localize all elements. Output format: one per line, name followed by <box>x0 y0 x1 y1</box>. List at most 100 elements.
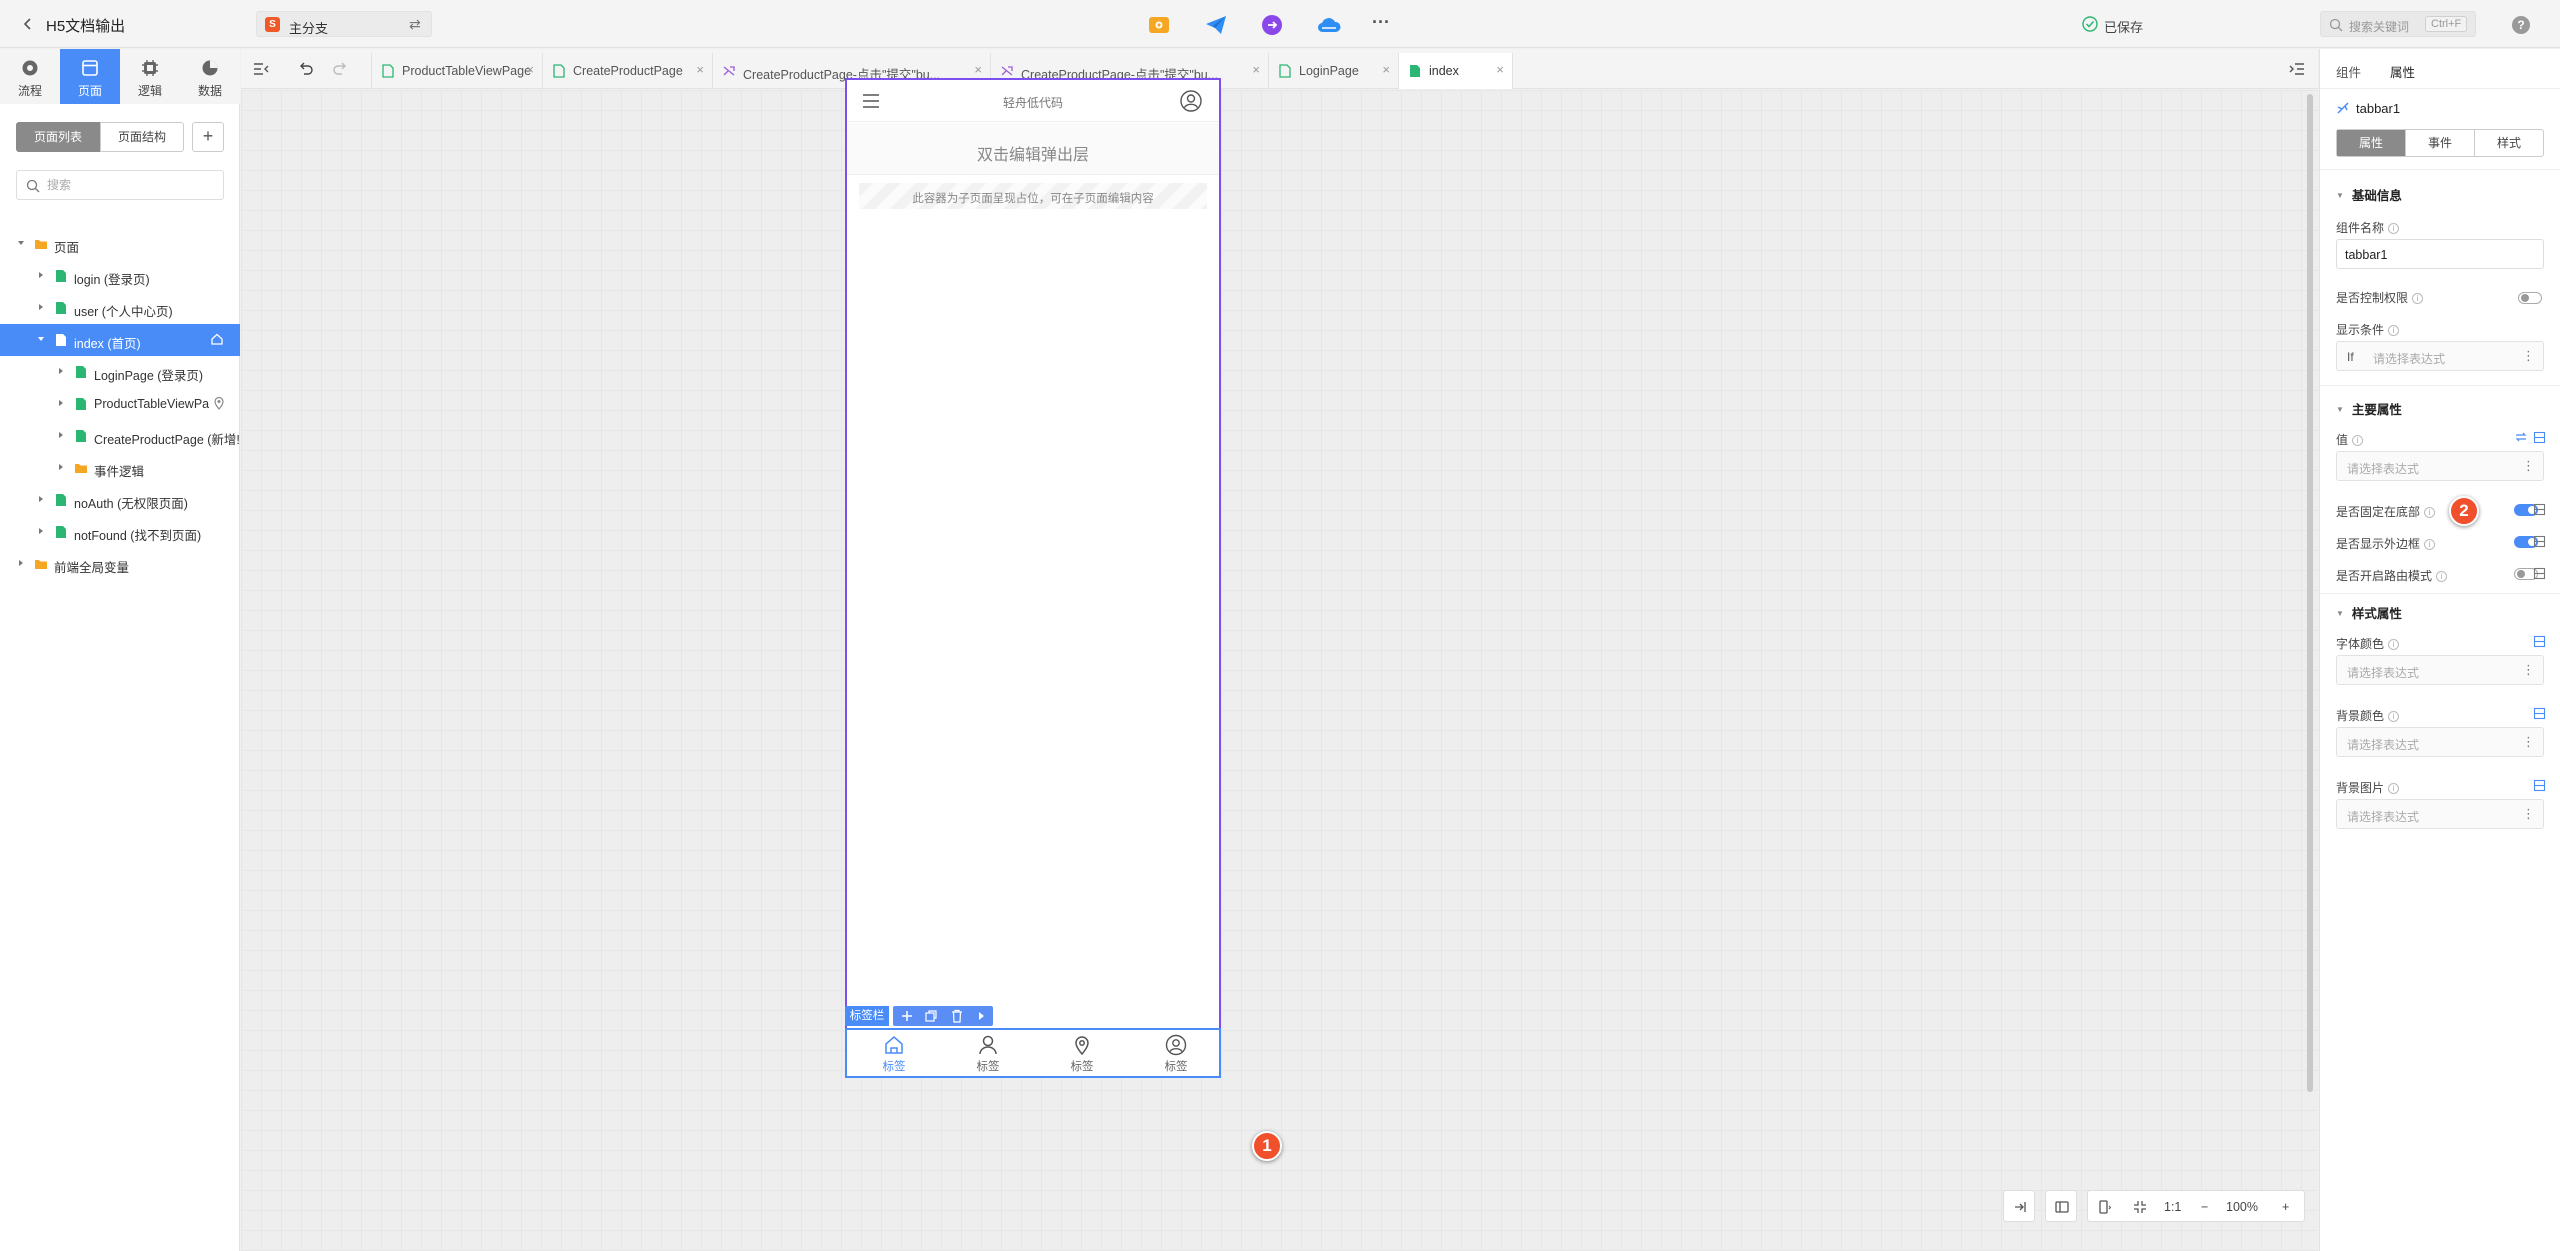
back-arrow-icon[interactable] <box>18 14 38 34</box>
tab-components[interactable]: 组件 <box>2336 62 2361 81</box>
seg-styles[interactable]: 样式 <box>2475 130 2543 156</box>
close-icon[interactable]: × <box>1252 62 1260 77</box>
tree-item-index[interactable]: index (首页) <box>0 324 240 356</box>
ratio-1-1[interactable]: 1:1 <box>2164 1200 2181 1214</box>
home-icon[interactable] <box>210 332 224 346</box>
nav-data[interactable]: 数据 <box>180 49 240 104</box>
close-icon[interactable]: × <box>526 62 534 77</box>
tree-item-notfound[interactable]: notFound (找不到页面) <box>0 516 240 548</box>
caret-right-icon[interactable] <box>36 270 46 280</box>
section-main-props[interactable]: ▼ 主要属性 <box>2336 399 2402 418</box>
caret-right-icon[interactable] <box>36 494 46 504</box>
tabbar-item-home[interactable]: 标签 <box>864 1034 924 1074</box>
tabbar-item-profile[interactable]: 标签 <box>1146 1034 1206 1074</box>
caret-right-icon[interactable] <box>36 526 46 536</box>
phone-tabbar[interactable]: 标签 标签 标签 标签 <box>845 1028 1221 1078</box>
more-arrow-icon[interactable] <box>973 1008 989 1024</box>
phone-header[interactable]: 轻舟低代码 <box>847 80 1219 122</box>
section-style-props[interactable]: ▼ 样式属性 <box>2336 603 2402 622</box>
display-condition-input[interactable]: If 请选择表达式 ⋮ <box>2336 341 2544 371</box>
collapse-left-icon[interactable] <box>251 59 271 79</box>
close-icon[interactable]: × <box>974 62 982 77</box>
bind-data-icon[interactable] <box>2533 535 2546 548</box>
bind-data-icon[interactable] <box>2533 567 2546 580</box>
bind-data-icon[interactable] <box>2533 503 2546 516</box>
page-structure-tab[interactable]: 页面结构 <box>100 122 184 152</box>
tabbar-component-chip[interactable]: 标签栏 <box>845 1006 889 1026</box>
copy-icon[interactable] <box>923 1008 939 1024</box>
value-input[interactable]: 请选择表达式 ⋮ <box>2336 451 2544 481</box>
close-icon[interactable]: × <box>1496 62 1504 77</box>
tree-item-pages[interactable]: 页面 <box>0 228 240 260</box>
undo-icon[interactable] <box>297 59 315 77</box>
subpage-placeholder[interactable]: 此容器为子页面呈现占位，可在子页面编辑内容 <box>859 183 1207 209</box>
bg-color-input[interactable]: 请选择表达式 ⋮ <box>2336 727 2544 757</box>
zoom-out-button[interactable]: − <box>2201 1200 2208 1214</box>
caret-down-icon[interactable] <box>16 238 26 248</box>
device-toggle-button[interactable] <box>2045 1190 2077 1222</box>
caret-right-icon[interactable] <box>56 430 66 440</box>
caret-right-icon[interactable] <box>56 366 66 376</box>
tab-index[interactable]: index × <box>1399 53 1513 89</box>
tree-item-user[interactable]: user (个人中心页) <box>0 292 240 324</box>
tree-item-loginpage[interactable]: LoginPage (登录页) <box>0 356 240 388</box>
caret-right-icon[interactable] <box>16 558 26 568</box>
component-name-field[interactable]: tabbar1 <box>2336 239 2544 269</box>
seg-events[interactable]: 事件 <box>2406 130 2475 156</box>
more-icon[interactable]: ··· <box>1372 12 1394 34</box>
kebab-icon[interactable]: ⋮ <box>2522 806 2535 822</box>
add-page-button[interactable]: + <box>192 122 224 152</box>
fit-screen-icon[interactable] <box>2132 1199 2148 1215</box>
user-circle-icon[interactable] <box>1179 89 1203 113</box>
page-search-input[interactable] <box>47 176 217 194</box>
publish-icon[interactable] <box>1204 14 1226 36</box>
bg-image-input[interactable]: 请选择表达式 ⋮ <box>2336 799 2544 829</box>
nav-flow[interactable]: 流程 <box>0 49 60 104</box>
global-search[interactable]: 搜索关键词 Ctrl+F <box>2320 11 2476 37</box>
tab-properties[interactable]: 属性 <box>2390 62 2415 81</box>
tabbar-item-location[interactable]: 标签 <box>1052 1034 1112 1074</box>
location-icon[interactable] <box>212 396 226 410</box>
nav-page[interactable]: 页面 <box>60 49 120 104</box>
exit-button[interactable] <box>2003 1190 2035 1222</box>
tabbar-item-user[interactable]: 标签 <box>958 1034 1018 1074</box>
caret-right-icon[interactable] <box>56 398 66 408</box>
redo-icon[interactable] <box>331 59 349 77</box>
design-canvas[interactable] <box>241 90 2318 1251</box>
close-icon[interactable]: × <box>1382 62 1390 77</box>
caret-down-icon[interactable] <box>36 334 46 344</box>
permission-toggle[interactable] <box>2518 292 2542 304</box>
bind-data-icon[interactable] <box>2533 779 2546 792</box>
swap-icon[interactable]: ⇄ <box>409 16 421 33</box>
section-basic-info[interactable]: ▼ 基础信息 <box>2336 185 2402 204</box>
canvas-scrollbar[interactable] <box>2307 94 2313 1092</box>
tree-item-producttableviewpage[interactable]: ProductTableViewPa <box>0 388 240 420</box>
kebab-icon[interactable]: ⋮ <box>2522 734 2535 750</box>
caret-right-icon[interactable] <box>36 302 46 312</box>
tree-item-event-logic[interactable]: 事件逻辑 <box>0 452 240 484</box>
tree-item-global-vars[interactable]: 前端全局变量 <box>0 548 240 580</box>
caret-right-icon[interactable] <box>56 462 66 472</box>
page-list-tab[interactable]: 页面列表 <box>16 122 100 152</box>
nav-logic[interactable]: 逻辑 <box>120 49 180 104</box>
page-search[interactable] <box>16 170 224 200</box>
two-way-bind-icon[interactable] <box>2514 431 2528 443</box>
tab-createproductpage[interactable]: CreateProductPage × <box>543 53 713 89</box>
collapse-right-icon[interactable] <box>2287 59 2307 79</box>
kebab-icon[interactable]: ⋮ <box>2522 458 2535 474</box>
tree-item-createproductpage[interactable]: CreateProductPage (新增! <box>0 420 240 452</box>
tree-item-noauth[interactable]: noAuth (无权限页面) <box>0 484 240 516</box>
kebab-icon[interactable]: ⋮ <box>2522 348 2535 364</box>
tree-item-login[interactable]: login (登录页) <box>0 260 240 292</box>
kebab-icon[interactable]: ⋮ <box>2522 662 2535 678</box>
bind-data-icon[interactable] <box>2533 431 2546 444</box>
zoom-in-button[interactable]: + <box>2282 1200 2289 1214</box>
export-icon[interactable] <box>1261 14 1283 36</box>
font-color-input[interactable]: 请选择表达式 ⋮ <box>2336 655 2544 685</box>
preview-icon[interactable] <box>1148 14 1170 36</box>
close-icon[interactable]: × <box>696 62 704 77</box>
phone-size-icon[interactable] <box>2096 1199 2112 1215</box>
add-icon[interactable] <box>899 1008 915 1024</box>
tab-loginpage[interactable]: LoginPage × <box>1269 53 1399 89</box>
branch-selector[interactable]: S 主分支 ⇄ <box>256 11 432 37</box>
